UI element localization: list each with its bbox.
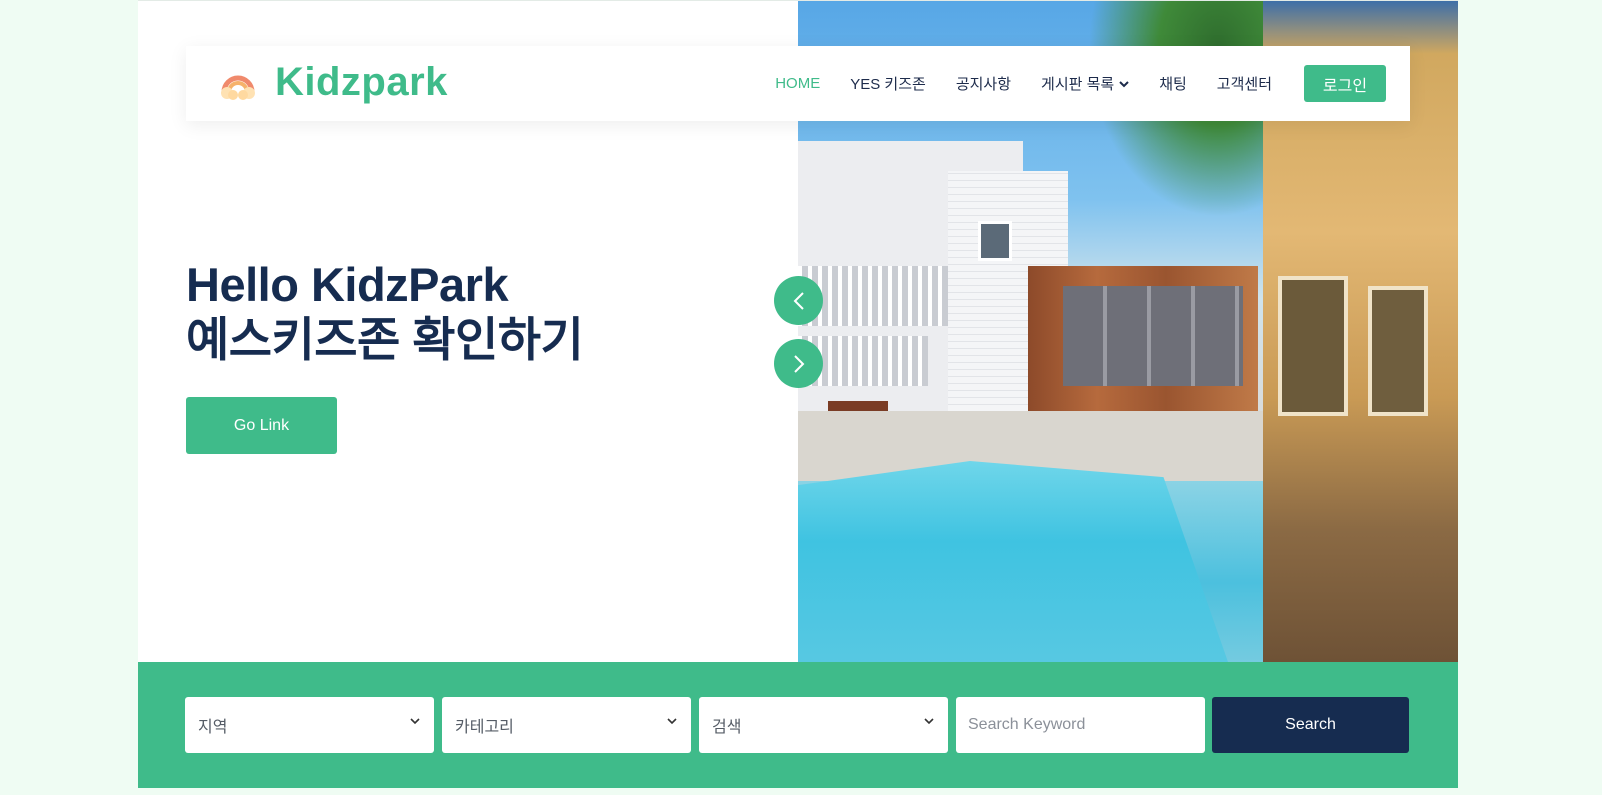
nav-customer-center[interactable]: 고객센터 xyxy=(1217,73,1272,94)
nav-yes-kidszone[interactable]: YES 키즈존 xyxy=(850,73,926,94)
slider-next-button[interactable] xyxy=(774,339,823,388)
chevron-down-icon xyxy=(667,718,677,725)
rainbow-cloud-icon[interactable] xyxy=(218,66,258,102)
slider-prev-button[interactable] xyxy=(774,276,823,325)
search-button[interactable]: Search xyxy=(1212,697,1409,753)
search-bar: 지역 카테고리 검색 Search Keyword Search xyxy=(138,662,1458,788)
region-select[interactable]: 지역 xyxy=(185,697,434,753)
search-keyword-input[interactable]: Search Keyword xyxy=(956,697,1205,753)
chevron-down-icon xyxy=(410,718,420,725)
hero-title: Hello KidzPark 예스키즈존 확인하기 xyxy=(186,257,584,367)
nav-home[interactable]: HOME xyxy=(775,73,820,94)
hero-title-line1: Hello KidzPark xyxy=(186,258,509,311)
login-button[interactable]: 로그인 xyxy=(1304,65,1386,102)
chevron-down-icon xyxy=(924,718,934,725)
page-container: Kidzpark HOME YES 키즈존 공지사항 게시판 목록 채팅 고객센… xyxy=(138,0,1458,788)
nav-chat[interactable]: 채팅 xyxy=(1159,73,1187,94)
hero-title-line2: 예스키즈존 확인하기 xyxy=(186,313,584,366)
nav-board-list[interactable]: 게시판 목록 xyxy=(1041,73,1129,94)
nav-notices[interactable]: 공지사항 xyxy=(956,73,1011,94)
site-header: Kidzpark HOME YES 키즈존 공지사항 게시판 목록 채팅 고객센… xyxy=(186,46,1410,121)
pool xyxy=(798,461,1228,662)
chevron-right-icon xyxy=(793,354,804,373)
go-link-button[interactable]: Go Link xyxy=(186,397,337,454)
brand-logo-text[interactable]: Kidzpark xyxy=(275,60,448,105)
main-nav: HOME YES 키즈존 공지사항 게시판 목록 채팅 고객센터 xyxy=(745,73,1272,94)
search-type-select[interactable]: 검색 xyxy=(699,697,948,753)
chevron-left-icon xyxy=(793,291,804,310)
chevron-down-icon xyxy=(1119,80,1129,87)
category-select[interactable]: 카테고리 xyxy=(442,697,691,753)
